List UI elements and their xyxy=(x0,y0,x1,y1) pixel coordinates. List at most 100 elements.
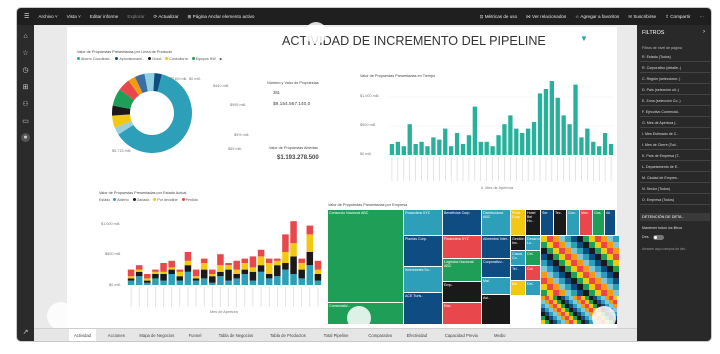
stacked-segment[interactable] xyxy=(282,252,289,263)
treemap-small-tile[interactable] xyxy=(601,284,607,290)
treemap-small-tile[interactable] xyxy=(577,242,583,248)
time-bar[interactable] xyxy=(520,133,525,155)
stacked-segment[interactable] xyxy=(249,280,257,285)
treemap-tile[interactable]: Edu. xyxy=(443,303,481,324)
stacked-segment[interactable] xyxy=(233,269,240,274)
time-bar[interactable] xyxy=(425,146,430,155)
treemap-small-tile[interactable] xyxy=(607,278,613,284)
treemap-small-tile[interactable] xyxy=(589,242,595,248)
treemap-tile[interactable]: Bel. xyxy=(511,281,525,295)
treemap-small-tile[interactable] xyxy=(589,290,595,296)
treemap-small-tile[interactable] xyxy=(553,260,559,266)
stacked-segment[interactable] xyxy=(314,269,322,274)
stacked-segment[interactable] xyxy=(241,269,249,274)
treemap-small-tile[interactable] xyxy=(571,272,577,278)
treemap-tile[interactable]: Mec. xyxy=(580,210,592,235)
time-bar[interactable] xyxy=(401,146,406,155)
treemap-small-tile[interactable] xyxy=(595,290,601,296)
treemap-small-tile[interactable] xyxy=(577,290,583,296)
treemap-small-tile[interactable] xyxy=(607,284,613,290)
treemap-small-tile[interactable] xyxy=(577,254,583,260)
treemap-small-tile[interactable] xyxy=(583,278,589,284)
treemap-small-tile[interactable] xyxy=(583,248,589,254)
treemap-small-tile[interactable] xyxy=(541,254,547,260)
treemap-small-tile[interactable] xyxy=(541,290,547,296)
treemap-tile[interactable]: Ali. xyxy=(605,210,615,235)
stacked-segment[interactable] xyxy=(127,269,135,277)
time-bar[interactable] xyxy=(608,144,614,155)
shared-icon[interactable]: ⚇ xyxy=(21,100,30,109)
time-bar[interactable] xyxy=(454,133,460,155)
treemap-small-tile[interactable] xyxy=(613,260,619,266)
stacked-segment[interactable] xyxy=(233,260,240,270)
treemap-small-tile[interactable] xyxy=(607,272,613,278)
stacked-segment[interactable] xyxy=(298,269,305,279)
star-icon[interactable]: ☆ xyxy=(21,49,30,58)
filter-item[interactable]: E. Zona (selección Co..) xyxy=(640,96,710,106)
filter-item[interactable]: O. Empresa (Todos) xyxy=(640,195,710,205)
keep-filters-toggle[interactable] xyxy=(653,235,664,240)
stacked-segment[interactable] xyxy=(265,263,273,274)
treemap-small-tile[interactable] xyxy=(553,290,559,296)
time-bar[interactable] xyxy=(602,133,608,155)
treemap-small-tile[interactable] xyxy=(589,248,595,254)
treemap-small-tile[interactable] xyxy=(607,248,613,254)
stacked-segment[interactable] xyxy=(257,249,265,257)
home-icon[interactable]: ⌂ xyxy=(21,32,30,41)
stacked-segment[interactable] xyxy=(127,276,135,279)
filter-item[interactable]: G. Mes de Apertura (.. xyxy=(640,118,710,128)
stacked-segment[interactable] xyxy=(184,265,192,272)
stacked-segment[interactable] xyxy=(184,252,192,261)
stacked-segment[interactable] xyxy=(144,280,151,283)
stacked-segment[interactable] xyxy=(200,258,208,263)
metricas-button[interactable]: ⊡ Métricas de uso xyxy=(480,14,518,20)
treemap-small-tile[interactable] xyxy=(553,236,559,242)
treemap-small-tile[interactable] xyxy=(601,290,607,296)
tab-efectividad[interactable]: Efectividad xyxy=(402,329,432,341)
treemap-small-tile[interactable] xyxy=(571,284,577,290)
stacked-segment[interactable] xyxy=(298,258,305,263)
stacked-segment[interactable] xyxy=(192,278,200,281)
filter-item[interactable]: D. País (selección ult..) xyxy=(640,85,710,95)
treemap-small-tile[interactable] xyxy=(541,266,547,272)
legend-more-icon[interactable]: ▶ xyxy=(220,57,223,61)
treemap-tile[interactable]: Distribuidora ABC xyxy=(482,210,510,235)
stacked-segment[interactable] xyxy=(217,265,224,272)
filter-item[interactable]: L. Departamento de E.. xyxy=(640,162,710,172)
treemap-small-tile[interactable] xyxy=(595,248,601,254)
stacked-segment[interactable] xyxy=(217,254,224,266)
treemap-small-tile[interactable] xyxy=(583,236,589,242)
workspace-avatar-icon[interactable]: ● xyxy=(21,133,30,142)
treemap-small-tile[interactable] xyxy=(559,248,565,254)
stacked-segment[interactable] xyxy=(152,269,159,272)
treemap-small-tile[interactable] xyxy=(577,278,583,284)
time-bar[interactable] xyxy=(431,137,436,155)
tab-actividad[interactable]: Actividad xyxy=(69,329,96,341)
stacked-segment[interactable] xyxy=(314,280,322,285)
treemap-small-tile[interactable] xyxy=(559,272,565,278)
treemap-small-tile[interactable] xyxy=(553,254,559,260)
stacked-segment[interactable] xyxy=(282,263,289,270)
treemap-small-tile[interactable] xyxy=(601,254,607,260)
collapse-filters-icon[interactable]: › xyxy=(703,29,705,35)
treemap-small-tile[interactable] xyxy=(613,254,619,260)
treemap-small-tile[interactable] xyxy=(571,254,577,260)
stacked-segment[interactable] xyxy=(176,280,184,285)
time-bar[interactable] xyxy=(437,139,442,155)
stacked-segment[interactable] xyxy=(225,280,232,285)
stacked-segment[interactable] xyxy=(306,225,314,235)
treemap-small-tile[interactable] xyxy=(565,236,571,242)
treemap-small-tile[interactable] xyxy=(565,242,571,248)
treemap-tile[interactable]: Desarrollo Lo.. xyxy=(526,236,540,250)
stacked-segment[interactable] xyxy=(257,265,265,272)
actualizar-button[interactable]: ⟳ Actualizar xyxy=(153,14,178,20)
treemap-small-tile[interactable] xyxy=(577,266,583,272)
stacked-segment[interactable] xyxy=(225,269,232,281)
filter-item[interactable]: N. Sector (Todos) xyxy=(640,184,710,194)
stacked-segment[interactable] xyxy=(168,260,175,268)
time-bar[interactable] xyxy=(579,137,584,155)
treemap-tile[interactable]: Alimentos Inter.. xyxy=(482,236,510,258)
stacked-segment[interactable] xyxy=(200,263,208,270)
time-bar[interactable] xyxy=(585,128,590,155)
treemap-small-tile[interactable] xyxy=(583,272,589,278)
